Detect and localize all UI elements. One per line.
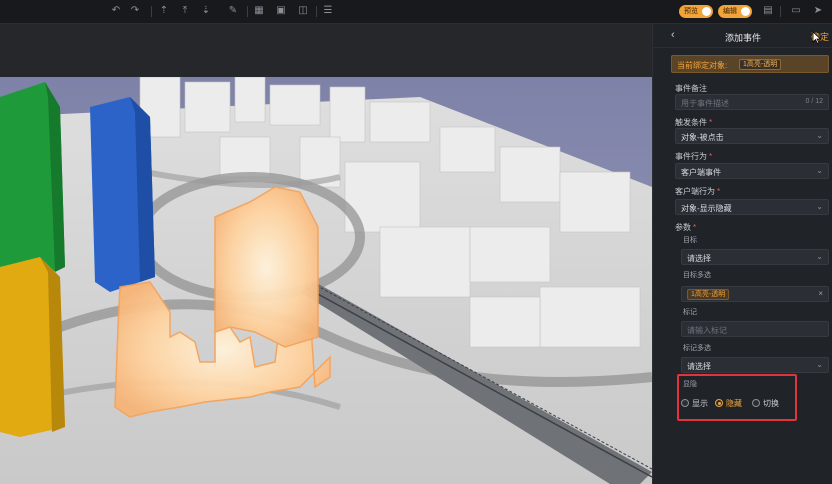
client-behavior-label: 客户端行为 * [675, 187, 721, 196]
align-top-icon[interactable]: ⤒ [178, 4, 192, 18]
radio-circle-selected [715, 399, 723, 407]
toolbar-divider [247, 6, 248, 17]
brush-icon[interactable]: ✎ [226, 4, 240, 18]
visibility-radio-group: 显示 隐藏 切换 [681, 397, 801, 409]
radio-circle [752, 399, 760, 407]
client-behavior-value: 对象-显示隐藏 [681, 204, 732, 213]
bound-object-label: 当前绑定对象: [677, 61, 728, 70]
clear-icon[interactable]: × [818, 289, 823, 298]
toolbar-divider [151, 6, 152, 17]
top-toolbar: ↶ ↷ ⇡ ⤒ ⇣ ✎ ▦ ▣ ◫ ☰ 预览 编辑 ▤ ▭ ➤ [0, 0, 832, 24]
marker-input[interactable]: 请输入标记 [681, 321, 829, 337]
add-event-panel: ‹ 添加事件 确定 当前绑定对象: 1高亮-透明 事件备注 用于事件描述 0 /… [652, 24, 832, 484]
panel-header: ‹ 添加事件 确定 [653, 24, 832, 48]
visibility-label: 显隐 [683, 381, 697, 388]
behavior-value: 客户端事件 [681, 168, 721, 177]
city-scene [0, 77, 652, 484]
target-select[interactable]: 请选择 ⌄ [681, 249, 829, 265]
marker-multi-select[interactable]: 请选择 ⌄ [681, 357, 829, 373]
3d-scene-viewport[interactable] [0, 77, 652, 484]
trigger-select[interactable]: 对象-被点击 ⌄ [675, 128, 829, 144]
save-icon[interactable]: ▤ [761, 4, 775, 18]
marker-placeholder: 请输入标记 [687, 326, 727, 335]
toggle-knob [741, 7, 750, 16]
params-label: 参数 * [675, 223, 697, 232]
undo-icon[interactable]: ↶ [109, 4, 123, 18]
marker-multi-label: 标记多选 [683, 345, 711, 352]
toolbar-divider [316, 6, 317, 17]
target-multi-tag: 1高亮-透明 [687, 289, 730, 300]
trigger-label-text: 触发条件 [675, 118, 707, 127]
target-multi-label: 目标多选 [683, 272, 711, 279]
download-icon[interactable]: ⇣ [199, 4, 213, 18]
monitor-icon[interactable]: ▭ [789, 4, 803, 18]
client-behavior-label-text: 客户端行为 [675, 187, 715, 196]
marker-multi-value: 请选择 [687, 362, 711, 371]
radio-label: 隐藏 [726, 399, 742, 408]
trigger-label: 触发条件 * [675, 118, 713, 127]
toolbar-divider [780, 6, 781, 17]
preview-toggle-label: 预览 [684, 8, 698, 15]
behavior-select[interactable]: 客户端事件 ⌄ [675, 163, 829, 179]
toggle-knob [702, 7, 711, 16]
chevron-down-icon: ⌄ [816, 360, 823, 369]
params-label-text: 参数 [675, 223, 691, 232]
chevron-down-icon: ⌄ [816, 202, 823, 211]
target-label: 目标 [683, 237, 697, 244]
layers-icon[interactable]: ◫ [296, 4, 310, 18]
trigger-value: 对象-被点击 [681, 133, 724, 142]
behavior-label: 事件行为 * [675, 152, 713, 161]
viewport-header-strip [0, 24, 652, 77]
image-icon[interactable]: ▣ [274, 4, 288, 18]
event-note-label: 事件备注 [675, 84, 707, 93]
event-note-placeholder: 用于事件描述 [681, 99, 729, 108]
radio-label: 切换 [763, 399, 779, 408]
bound-object-bar: 当前绑定对象: 1高亮-透明 [671, 55, 829, 73]
target-multi-select[interactable]: 1高亮-透明 × [681, 286, 829, 302]
list-icon[interactable]: ☰ [321, 4, 335, 18]
redo-icon[interactable]: ↷ [128, 4, 142, 18]
event-note-input[interactable]: 用于事件描述 0 / 12 [675, 94, 829, 110]
chevron-down-icon: ⌄ [816, 166, 823, 175]
target-value: 请选择 [687, 254, 711, 263]
upload-icon[interactable]: ⇡ [157, 4, 171, 18]
bound-object-tag: 1高亮-透明 [739, 59, 782, 70]
send-icon[interactable]: ➤ [811, 4, 825, 18]
radio-circle [681, 399, 689, 407]
radio-label: 显示 [692, 399, 708, 408]
behavior-label-text: 事件行为 [675, 152, 707, 161]
panel-title: 添加事件 [724, 33, 761, 43]
edit-toggle[interactable]: 编辑 [718, 5, 752, 18]
chevron-down-icon: ⌄ [816, 252, 823, 261]
chevron-down-icon: ⌄ [816, 131, 823, 140]
grid-icon[interactable]: ▦ [252, 4, 266, 18]
mouse-cursor-icon [812, 31, 822, 44]
client-behavior-select[interactable]: 对象-显示隐藏 ⌄ [675, 199, 829, 215]
marker-label: 标记 [683, 309, 697, 316]
preview-toggle[interactable]: 预览 [679, 5, 713, 18]
event-note-counter: 0 / 12 [805, 98, 823, 105]
edit-toggle-label: 编辑 [723, 8, 737, 15]
